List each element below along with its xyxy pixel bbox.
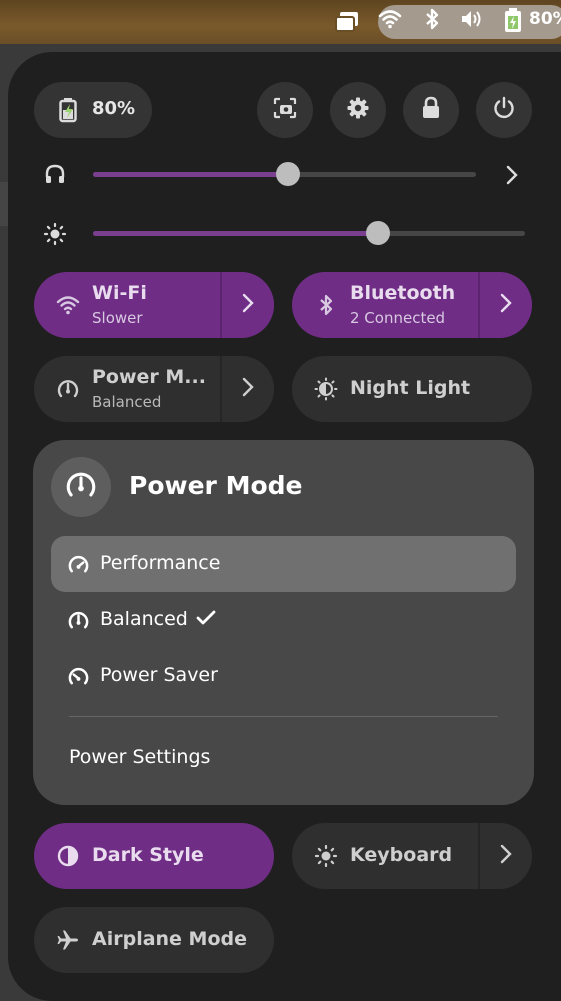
wifi-menu-button[interactable] — [220, 272, 274, 338]
wifi-tile-subtitle: Slower — [92, 309, 143, 327]
keyboard-tile[interactable]: Keyboard — [292, 823, 532, 889]
screenshot-icon — [272, 96, 298, 124]
bluetooth-icon — [314, 293, 338, 317]
battery-status[interactable]: 80% — [34, 82, 152, 138]
power-mode-balanced[interactable]: Balanced — [51, 592, 516, 648]
wifi-tile[interactable]: Wi-Fi Slower — [34, 272, 274, 338]
battery-charging-icon — [58, 98, 78, 128]
dark-style-icon — [56, 844, 80, 868]
power-mode-power-saver[interactable]: Power Saver — [51, 648, 516, 704]
wifi-icon — [56, 293, 80, 317]
chevron-right-icon — [498, 292, 514, 318]
volume-icon — [460, 8, 482, 30]
power-saver-label: Power Saver — [100, 664, 218, 686]
power-mode-menu-button[interactable] — [220, 356, 274, 422]
chevron-right-icon — [240, 292, 256, 318]
keyboard-menu-button[interactable] — [478, 823, 532, 889]
night-light-tile[interactable]: Night Light — [292, 356, 532, 422]
dark-style-tile-title: Dark Style — [92, 844, 204, 866]
power-mode-tile-title: Power M... — [92, 366, 206, 388]
night-light-tile-title: Night Light — [350, 377, 471, 399]
bluetooth-tile[interactable]: Bluetooth 2 Connected — [292, 272, 532, 338]
screenshot-button[interactable] — [257, 82, 313, 138]
chevron-right-icon — [498, 843, 514, 869]
power-mode-tile-subtitle: Balanced — [92, 393, 162, 411]
checkmark-icon — [196, 608, 216, 632]
power-button[interactable] — [476, 82, 532, 138]
volume-slider[interactable] — [93, 162, 476, 186]
airplane-mode-tile[interactable]: Airplane Mode — [34, 907, 274, 973]
battery-icon — [503, 7, 525, 32]
keyboard-tile-title: Keyboard — [350, 844, 453, 866]
menu-title: Power Mode — [129, 471, 303, 500]
night-light-icon — [314, 377, 338, 401]
power-settings-link[interactable]: Power Settings — [69, 746, 210, 768]
balanced-icon — [67, 609, 90, 632]
speedometer-icon — [56, 377, 80, 401]
chevron-right-icon[interactable] — [503, 164, 521, 190]
dark-style-tile[interactable]: Dark Style — [34, 823, 274, 889]
menu-header-icon — [51, 457, 111, 517]
performance-label: Performance — [100, 552, 221, 574]
power-saver-icon — [67, 665, 90, 688]
bluetooth-menu-button[interactable] — [478, 272, 532, 338]
bluetooth-tile-subtitle: 2 Connected — [350, 309, 446, 327]
power-mode-performance[interactable]: Performance — [51, 536, 516, 592]
chevron-right-icon — [240, 376, 256, 402]
headphones-icon — [44, 163, 66, 189]
battery-percent-label: 80% — [92, 98, 136, 119]
wifi-icon — [378, 8, 402, 30]
keyboard-brightness-icon — [314, 844, 338, 868]
brightness-slider-knob[interactable] — [366, 221, 391, 245]
bluetooth-icon — [423, 8, 445, 30]
speedometer-icon — [64, 468, 98, 506]
windows-icon[interactable] — [334, 10, 360, 34]
balanced-label: Balanced — [100, 608, 188, 630]
brightness-slider[interactable] — [93, 221, 525, 245]
lock-button[interactable] — [403, 82, 459, 138]
gear-icon — [346, 96, 370, 124]
airplane-icon — [56, 928, 80, 952]
brightness-slider-fill — [93, 231, 379, 236]
power-mode-menu: Power Mode Performance Balanced Power Sa… — [33, 440, 534, 805]
volume-slider-fill — [93, 172, 289, 177]
lock-icon — [421, 96, 441, 124]
power-mode-tile[interactable]: Power M... Balanced — [34, 356, 274, 422]
performance-icon — [67, 553, 90, 576]
brightness-icon — [43, 222, 67, 250]
power-icon — [492, 96, 516, 124]
top-battery-percent: 80% — [529, 9, 561, 29]
wifi-tile-title: Wi-Fi — [92, 282, 147, 304]
airplane-mode-tile-title: Airplane Mode — [92, 928, 247, 950]
menu-separator — [69, 716, 498, 717]
settings-button[interactable] — [330, 82, 386, 138]
bluetooth-tile-title: Bluetooth — [350, 282, 456, 304]
